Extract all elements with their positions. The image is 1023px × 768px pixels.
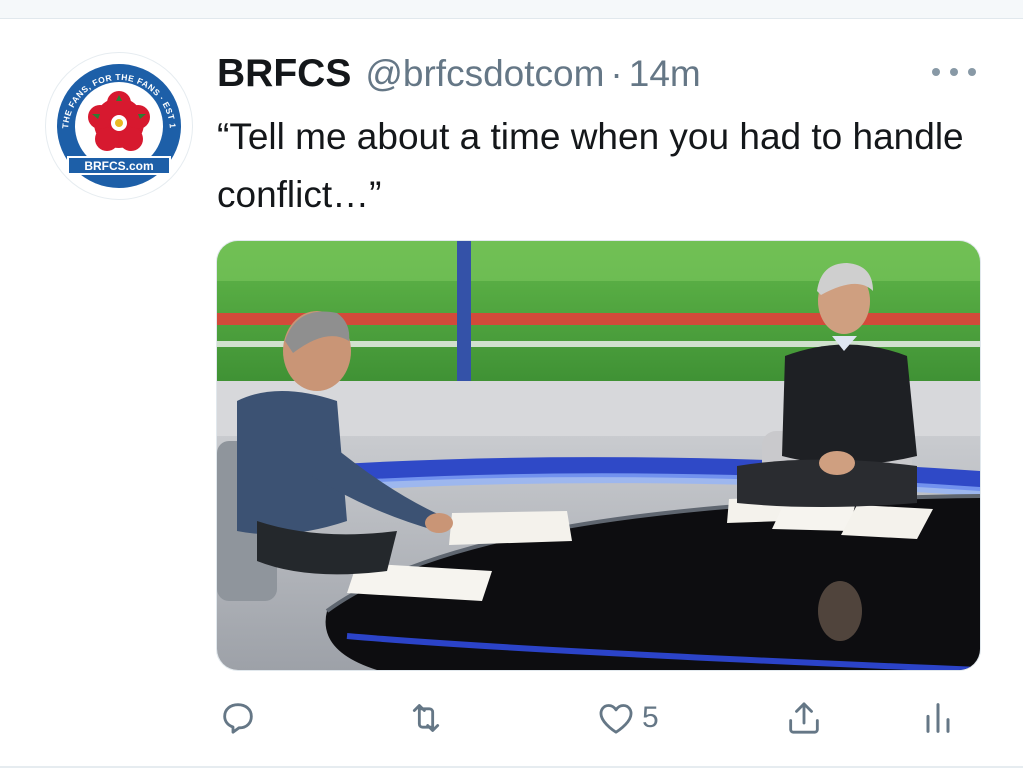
tweet-media-image[interactable] [216, 240, 981, 671]
separator-dot: · [610, 53, 623, 94]
brfcs-logo: BY THE FANS, FOR THE FANS · EST 1996 BRF… [46, 53, 181, 188]
tweet-header: BRFCS @brfcsdotcom · 14m [217, 52, 701, 96]
timestamp[interactable]: 14m [629, 53, 701, 95]
retweet-button[interactable] [406, 694, 446, 742]
logo-banner-text: BRFCS.com [84, 159, 153, 173]
tv-studio-photo [217, 241, 980, 670]
retweet-icon [412, 704, 440, 732]
more-dot [932, 68, 940, 76]
more-dot [950, 68, 958, 76]
more-options-icon[interactable] [932, 60, 976, 84]
display-name[interactable]: BRFCS [217, 52, 351, 96]
reply-button[interactable] [218, 694, 258, 742]
reply-icon [223, 703, 253, 734]
more-dot [968, 68, 976, 76]
tweet-actions: 5 [0, 694, 1023, 742]
handle[interactable]: @brfcsdotcom [365, 53, 604, 95]
share-icon [789, 702, 819, 734]
share-button[interactable] [784, 694, 824, 742]
like-count: 5 [642, 701, 659, 734]
analytics-icon [926, 703, 950, 733]
heart-icon [599, 704, 633, 734]
analytics-button[interactable] [918, 694, 958, 742]
top-bar [0, 0, 1023, 19]
tweet-text: “Tell me about a time when you had to ha… [217, 116, 964, 215]
like-button[interactable]: 5 [596, 694, 659, 742]
avatar[interactable]: BY THE FANS, FOR THE FANS · EST 1996 BRF… [45, 52, 193, 200]
